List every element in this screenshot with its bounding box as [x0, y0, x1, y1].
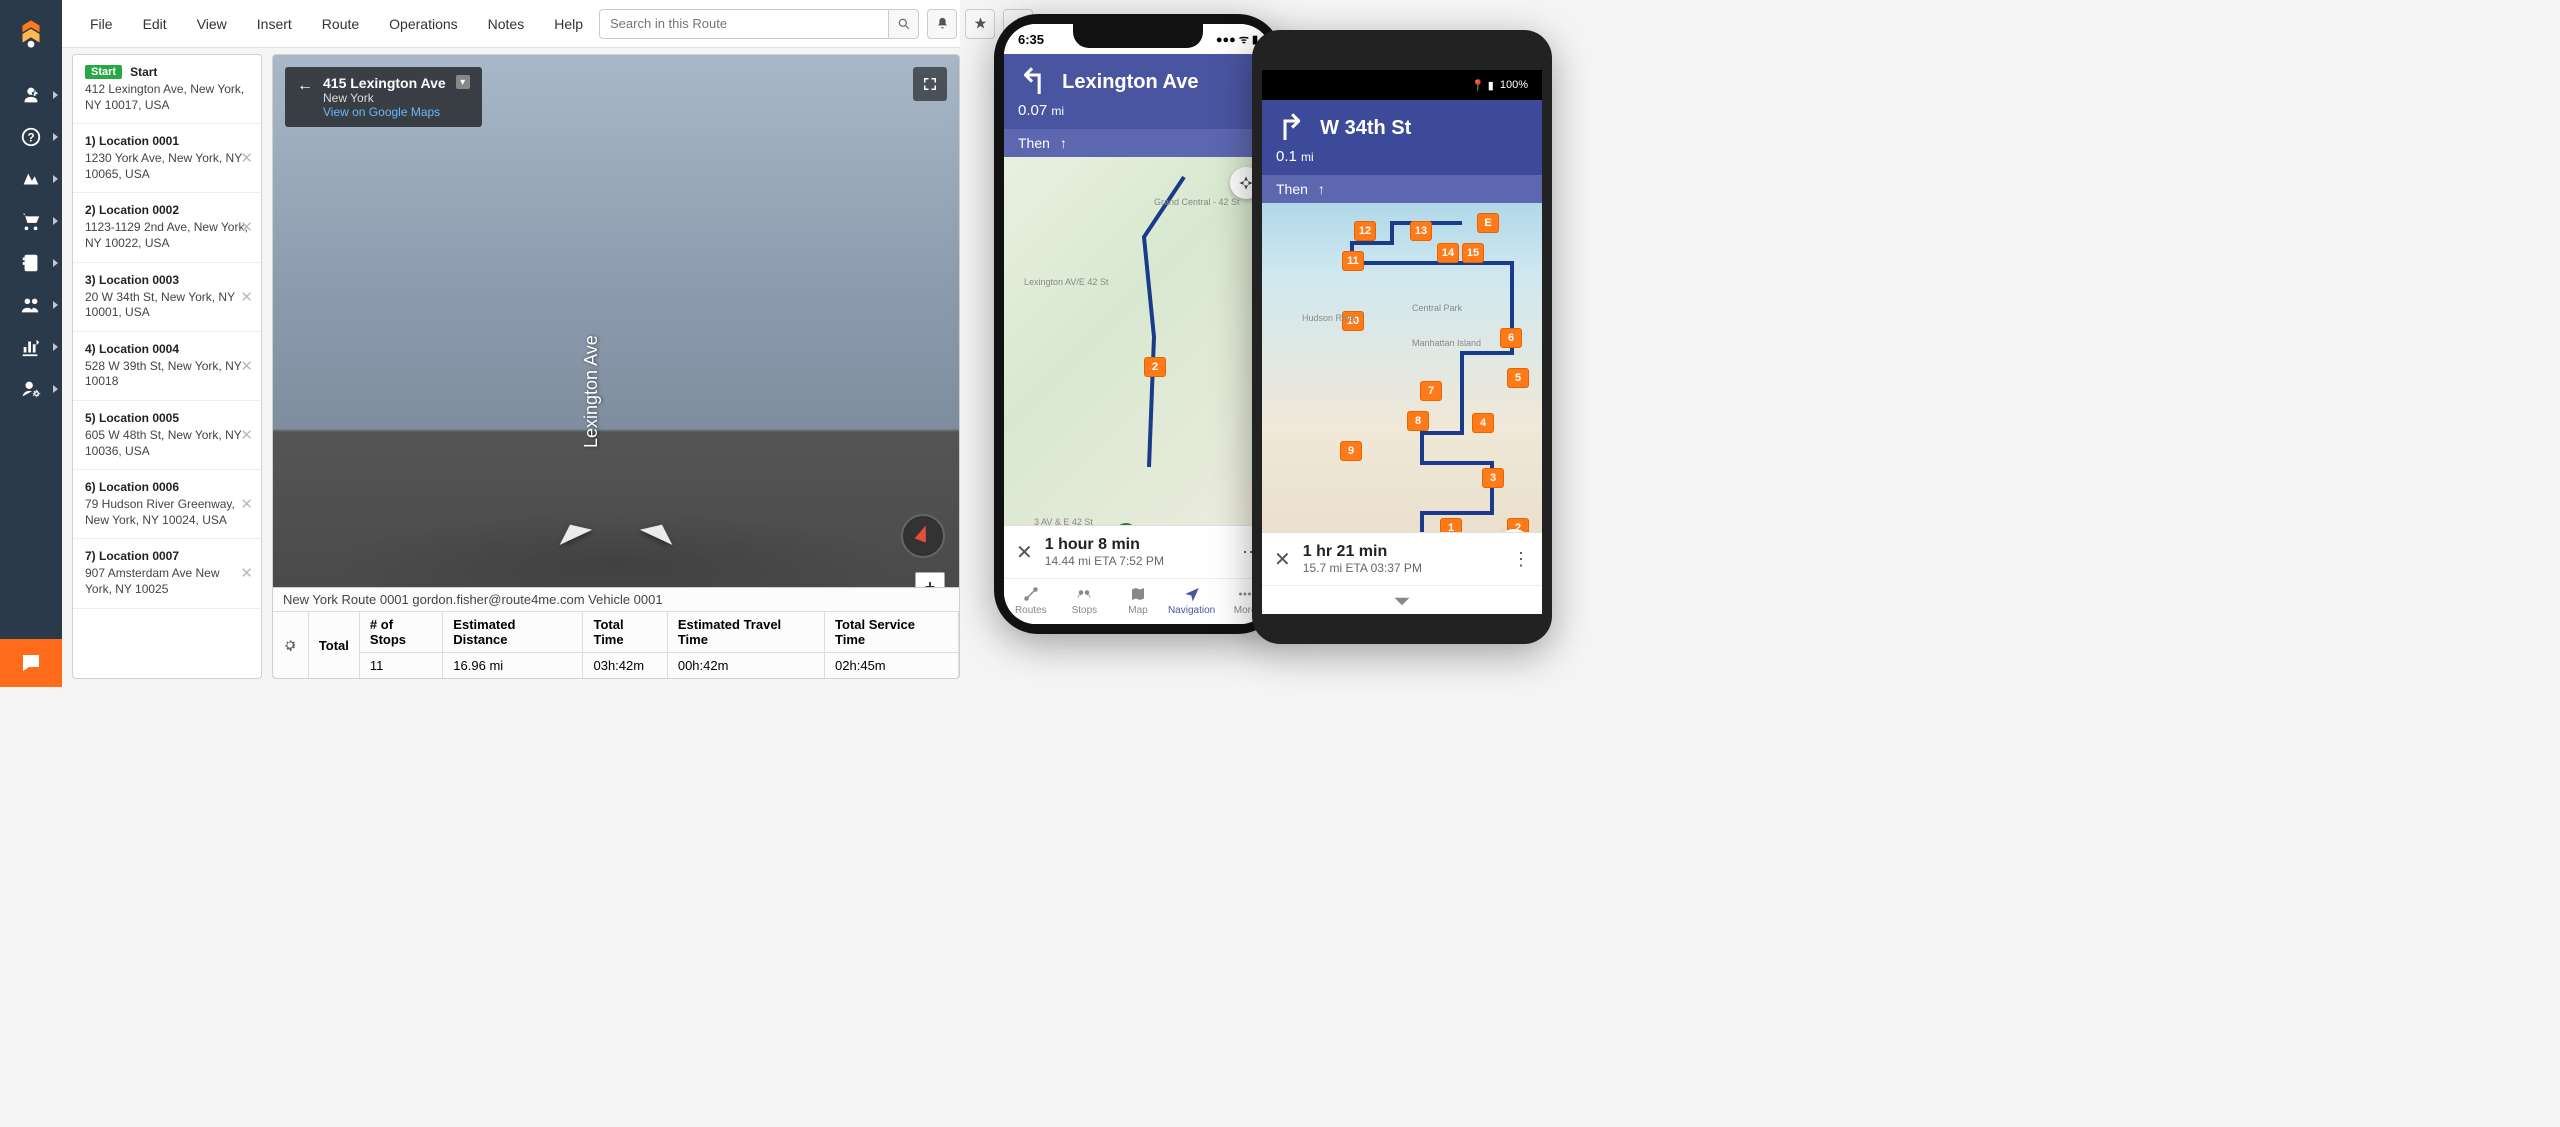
waypoint-marker[interactable]: 13 — [1410, 221, 1432, 241]
chat-button[interactable] — [0, 639, 62, 687]
tab-map[interactable]: Map — [1111, 579, 1165, 624]
stop-item[interactable]: 5) Location 0005 605 W 48th St, New York… — [73, 401, 261, 470]
remove-stop-icon[interactable]: ✕ — [240, 218, 253, 236]
remove-stop-icon[interactable]: ✕ — [240, 564, 253, 582]
waypoint-marker[interactable]: 7 — [1420, 381, 1442, 401]
street-view-panel[interactable]: ← 415 Lexington Ave New York View on Goo… — [272, 54, 960, 679]
ios-phone-mockup: 6:35●●● ᯤ ▮ ⋮ ↰ Lexington Ave 0.07 mi Th… — [994, 14, 1282, 634]
nav-user-settings[interactable] — [0, 368, 62, 410]
menu-notes[interactable]: Notes — [474, 10, 539, 38]
tab-stops[interactable]: Stops — [1058, 579, 1112, 624]
tab-routes[interactable]: Routes — [1004, 579, 1058, 624]
android-footer: ✕ 1 hr 21 min 15.7 mi ETA 03:37 PM ⋮ — [1262, 532, 1542, 614]
ios-then-bar: Then↑ — [1004, 129, 1272, 157]
remove-stop-icon[interactable]: ✕ — [240, 357, 253, 375]
nav-analytics[interactable] — [0, 326, 62, 368]
stops-sidebar[interactable]: StartStart 412 Lexington Ave, New York, … — [72, 54, 262, 679]
menu-file[interactable]: File — [76, 10, 127, 38]
stop-item[interactable]: 3) Location 0003 20 W 34th St, New York,… — [73, 263, 261, 332]
menu-help[interactable]: Help — [540, 10, 597, 38]
waypoint-marker[interactable]: 15 — [1462, 243, 1484, 263]
fullscreen-button[interactable] — [913, 67, 947, 101]
nav-add-user[interactable] — [0, 74, 62, 116]
app-logo[interactable] — [11, 14, 51, 54]
remove-stop-icon[interactable]: ✕ — [240, 495, 253, 513]
waypoint-marker[interactable]: 11 — [1342, 251, 1364, 271]
stop-item[interactable]: 6) Location 0006 79 Hudson River Greenwa… — [73, 470, 261, 539]
search-box — [599, 9, 919, 39]
ios-footer: ✕ 1 hour 8 min 14.44 mi ETA 7:52 PM ⋯ Ro… — [1004, 525, 1272, 624]
search-input[interactable] — [599, 9, 919, 39]
route-summary-footer: New York Route 0001 gordon.fisher@route4… — [273, 587, 959, 678]
remove-stop-icon[interactable]: ✕ — [240, 288, 253, 306]
close-icon[interactable]: ✕ — [1016, 540, 1033, 565]
waypoint-marker[interactable]: 3 — [1482, 468, 1504, 488]
waypoint-marker[interactable]: 12 — [1354, 221, 1376, 241]
straight-icon: ↑ — [1060, 135, 1067, 151]
street-view-info: ← 415 Lexington Ave New York View on Goo… — [285, 67, 482, 127]
sv-dropdown-icon[interactable]: ▾ — [456, 75, 470, 89]
straight-icon: ↑ — [1318, 181, 1325, 197]
menu-route[interactable]: Route — [308, 10, 373, 38]
nav-arrow-right[interactable] — [640, 517, 679, 545]
stop-item[interactable]: 7) Location 0007 907 Amsterdam Ave New Y… — [73, 539, 261, 608]
menu-operations[interactable]: Operations — [375, 10, 471, 38]
nav-orders[interactable] — [0, 200, 62, 242]
stop-item[interactable]: 4) Location 0004 528 W 39th St, New York… — [73, 332, 261, 401]
notch — [1073, 24, 1203, 48]
nav-address-book[interactable] — [0, 242, 62, 284]
back-arrow-icon[interactable]: ← — [297, 75, 313, 95]
top-menu-bar: File Edit View Insert Route Operations N… — [62, 0, 960, 48]
waypoint-marker[interactable]: 9 — [1340, 441, 1362, 461]
left-nav-rail: ? — [0, 0, 62, 687]
notifications-button[interactable] — [927, 9, 957, 39]
nav-help[interactable]: ? — [0, 116, 62, 158]
street-name-overlay: Lexington Ave — [581, 335, 602, 448]
android-nav-header: ↱ W 34th St 0.1 mi — [1262, 100, 1542, 175]
start-badge: Start — [85, 65, 122, 79]
nav-team[interactable] — [0, 284, 62, 326]
stop-start[interactable]: StartStart 412 Lexington Ave, New York, … — [73, 55, 261, 124]
route-label: New York Route 0001 gordon.fisher@route4… — [273, 588, 959, 612]
turn-right-icon: ↱ — [1276, 110, 1306, 146]
svg-text:?: ? — [27, 131, 34, 145]
android-then-bar: Then↑ — [1262, 175, 1542, 203]
android-back-bar — [1262, 585, 1542, 614]
android-map[interactable]: 12 13 11 14 15 E 10 9 8 7 6 5 4 3 1 2 Hu… — [1262, 203, 1542, 575]
more-icon[interactable]: ⋮ — [1512, 549, 1530, 570]
menu-edit[interactable]: Edit — [129, 10, 181, 38]
menu-view[interactable]: View — [183, 10, 241, 38]
android-phone-mockup: 📍 ▮100% ↱ W 34th St 0.1 mi Then↑ 12 13 1… — [1252, 30, 1552, 644]
remove-stop-icon[interactable]: ✕ — [240, 149, 253, 167]
favorites-button[interactable] — [965, 9, 995, 39]
compass-icon[interactable] — [901, 514, 945, 558]
search-button[interactable] — [888, 10, 918, 38]
nav-arrows — [555, 524, 677, 538]
waypoint-marker[interactable]: 8 — [1407, 411, 1429, 431]
menu-insert[interactable]: Insert — [243, 10, 306, 38]
ios-map[interactable]: 2 Lexington AV/E 42 St Grand Central - 4… — [1004, 157, 1272, 567]
footer-gear-icon[interactable] — [273, 612, 309, 678]
stop-item[interactable]: 2) Location 0002 1123-1129 2nd Ave, New … — [73, 193, 261, 262]
waypoint-marker[interactable]: 6 — [1500, 328, 1522, 348]
close-icon[interactable]: ✕ — [1274, 547, 1291, 572]
android-status-bar: 📍 ▮100% — [1262, 70, 1542, 100]
stop-item[interactable]: 1) Location 0001 1230 York Ave, New York… — [73, 124, 261, 193]
waypoint-marker[interactable]: 5 — [1507, 368, 1529, 388]
view-google-maps-link[interactable]: View on Google Maps — [323, 105, 446, 119]
nav-routes[interactable] — [0, 158, 62, 200]
remove-stop-icon[interactable]: ✕ — [240, 426, 253, 444]
turn-left-icon: ↰ — [1018, 64, 1048, 100]
waypoint-marker[interactable]: 2 — [1144, 357, 1166, 377]
waypoint-marker[interactable]: E — [1477, 213, 1499, 233]
waypoint-marker[interactable]: 4 — [1472, 413, 1494, 433]
ios-nav-header: ⋮ ↰ Lexington Ave 0.07 mi — [1004, 54, 1272, 129]
waypoint-marker[interactable]: 14 — [1437, 243, 1459, 263]
nav-arrow-left[interactable] — [554, 517, 593, 545]
tab-navigation[interactable]: Navigation — [1165, 579, 1219, 624]
